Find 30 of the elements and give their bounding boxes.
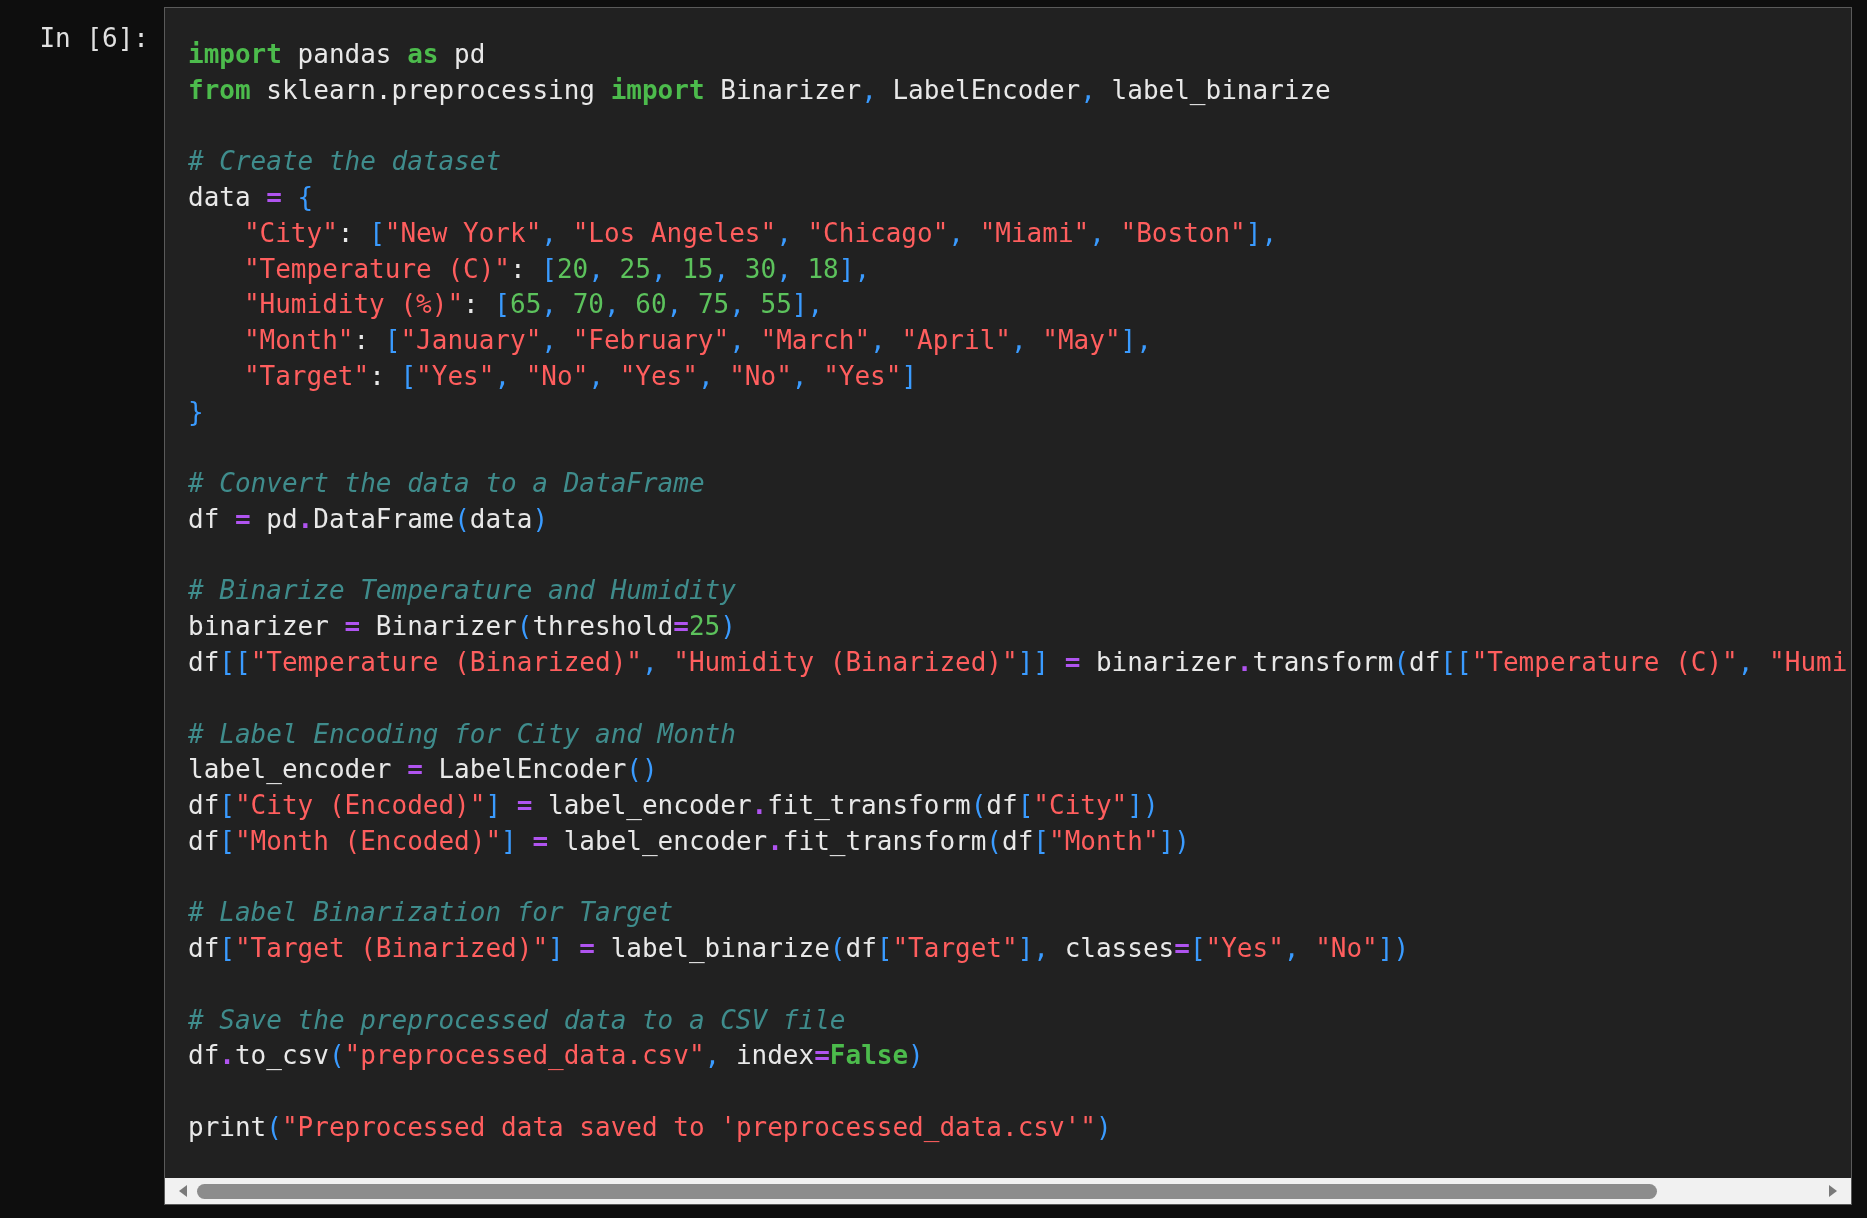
code-line: "City": ["New York", "Los Angeles", "Chicago", "Miami", "Boston"], bbox=[243, 217, 1278, 248]
right-arrow-icon[interactable] bbox=[1827, 1184, 1839, 1198]
left-arrow-icon[interactable] bbox=[177, 1184, 189, 1198]
code-line: # Save the preprocessed data to a CSV file bbox=[188, 1004, 846, 1035]
code-line: df["Target (Binarized)"] = label_binarize(df["Target"], classes=["Yes", "No"]) bbox=[188, 933, 1410, 964]
code-line: from sklearn.preprocessing import Binarizer, LabelEncoder, label_binarize bbox=[188, 74, 1331, 105]
code-line: binarizer = Binarizer(threshold=25) bbox=[188, 611, 736, 642]
code-line: # Label Binarization for Target bbox=[188, 897, 674, 928]
code-line: df["Month (Encoded)"] = label_encoder.fit_transform(df["Month"]) bbox=[188, 825, 1190, 856]
code-line: df = pd.DataFrame(data) bbox=[188, 503, 549, 534]
code-line: print("Preprocessed data saved to 'preprocessed_data.csv'") bbox=[188, 1111, 1112, 1142]
horizontal-scrollbar[interactable] bbox=[165, 1178, 1851, 1204]
scrollbar-thumb[interactable] bbox=[197, 1183, 1657, 1199]
code-line: "Temperature (C)": [20, 25, 15, 30, 18], bbox=[243, 253, 871, 284]
code-line: df.to_csv("preprocessed_data.csv", index=False) bbox=[188, 1040, 924, 1071]
code-line: df[["Temperature (Binarized)", "Humidity (Binarized)"]] = binarizer.transform(df[["Temperature (C)", "Humi bbox=[188, 647, 1848, 677]
code-line: # Binarize Temperature and Humidity bbox=[188, 575, 736, 606]
code-line: # Create the dataset bbox=[188, 146, 502, 177]
input-prompt: In [6]: bbox=[39, 23, 149, 53]
code-line: "Humidity (%)": [65, 70, 60, 75, 55], bbox=[243, 289, 824, 320]
code-line: } bbox=[188, 396, 204, 427]
code-line: label_encoder = LabelEncoder() bbox=[188, 754, 658, 785]
code-line: df["City (Encoded)"] = label_encoder.fit_transform(df["City"]) bbox=[188, 790, 1159, 821]
code-line: "Target": ["Yes", "No", "Yes", "No", "Yes"] bbox=[243, 360, 918, 391]
code-line: # Label Encoding for City and Month bbox=[188, 718, 736, 749]
code-line: # Convert the data to a DataFrame bbox=[188, 468, 705, 499]
code-cell[interactable] bbox=[164, 7, 1852, 1205]
code-line: import pandas as pd bbox=[188, 39, 486, 69]
code-line: "Month": ["January", "February", "March", "April", "May"], bbox=[243, 325, 1152, 356]
code-line: data = { bbox=[188, 182, 314, 213]
